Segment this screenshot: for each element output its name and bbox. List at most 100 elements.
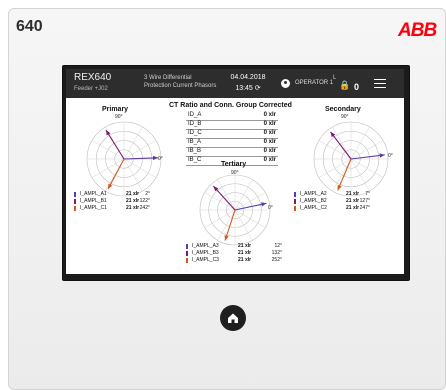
feeder-label: Feeder +J02 bbox=[74, 86, 108, 92]
legend-row: I_AMPL_A2 21 xIr 7° bbox=[294, 191, 370, 198]
polar-spoke bbox=[332, 158, 352, 192]
row-name: ID_A bbox=[188, 112, 202, 118]
polar-spoke bbox=[234, 192, 266, 211]
row-value: 0 xIr bbox=[263, 130, 276, 136]
legend-swatch bbox=[74, 199, 76, 204]
polar-spoke bbox=[350, 140, 384, 160]
phasor-arrowhead bbox=[261, 202, 267, 207]
legend-row: I_AMPL_B2 21 xIr 127° bbox=[294, 198, 370, 205]
phasor-line bbox=[330, 131, 352, 160]
abb-logo: ABB bbox=[398, 20, 437, 41]
primary-phasor-diagram bbox=[86, 121, 162, 197]
table-row: IB_B 0 xIr bbox=[186, 148, 278, 157]
phasor-arrowhead bbox=[224, 235, 229, 241]
legend-magnitude: 21 xIr bbox=[346, 205, 360, 211]
legend-swatch bbox=[294, 206, 296, 211]
lock-level: L bbox=[333, 75, 337, 81]
legend-angle: 127° bbox=[359, 198, 370, 204]
legend-angle: 252° bbox=[271, 257, 282, 263]
home-icon bbox=[228, 313, 238, 323]
lock-icon[interactable]: 🔒 bbox=[339, 80, 350, 91]
primary-label: Primary bbox=[102, 106, 129, 113]
display-screen: REX640 Feeder +J02 3 Wire Differential P… bbox=[66, 69, 404, 274]
polar-spoke bbox=[318, 158, 352, 178]
row-value: 0 xIr bbox=[263, 121, 276, 127]
hamburger-menu-icon[interactable] bbox=[374, 79, 386, 88]
legend-name: I_AMPL_A1 bbox=[80, 191, 107, 197]
legend-swatch bbox=[186, 244, 188, 249]
secondary-zero-angle: 0° bbox=[388, 153, 393, 159]
polar-spoke bbox=[318, 140, 352, 160]
polar-spoke bbox=[332, 126, 352, 160]
row-value: 0 xIr bbox=[263, 157, 276, 163]
legend-angle: 122° bbox=[139, 198, 150, 204]
user-name[interactable]: OPERATOR 1 bbox=[295, 80, 333, 86]
legend-magnitude: 21 xIr bbox=[346, 191, 360, 197]
polar-spoke bbox=[123, 158, 143, 192]
polar-spoke bbox=[350, 158, 384, 178]
legend-magnitude: 21 xIr bbox=[126, 198, 140, 204]
legend-swatch bbox=[74, 192, 76, 197]
secondary-legend: I_AMPL_A2 21 xIr 7° I_AMPL_B2 21 xIr 127° I_AM… bbox=[294, 191, 370, 212]
phasor-line bbox=[105, 129, 125, 160]
date-display: 04.04.2018 bbox=[230, 74, 266, 81]
legend-angle: 12° bbox=[274, 243, 282, 249]
polar-spoke bbox=[123, 140, 157, 160]
secondary-label: Secondary bbox=[325, 106, 361, 113]
primary-zero-angle: 0° bbox=[158, 156, 163, 162]
polar-spoke bbox=[123, 158, 157, 178]
home-button[interactable] bbox=[220, 305, 246, 331]
legend-angle: 247° bbox=[359, 205, 370, 211]
legend-name: I_AMPL_A3 bbox=[192, 243, 219, 249]
row-name: IB_B bbox=[188, 148, 202, 154]
legend-angle: 2° bbox=[145, 191, 150, 197]
legend-name: I_AMPL_C3 bbox=[192, 257, 219, 263]
table-row: IB_A 0 xIr bbox=[186, 139, 278, 148]
legend-swatch bbox=[186, 258, 188, 263]
polar-spoke bbox=[123, 126, 143, 160]
row-value: 0 xIr bbox=[263, 148, 276, 154]
legend-swatch bbox=[186, 251, 188, 256]
polar-spoke bbox=[234, 209, 253, 241]
legend-name: I_AMPL_A2 bbox=[300, 191, 327, 197]
legend-magnitude: 21 xIr bbox=[238, 250, 252, 256]
secondary-phasor-diagram bbox=[313, 121, 389, 197]
legend-name: I_AMPL_B1 bbox=[80, 198, 107, 204]
legend-row: I_AMPL_C3 21 xIr 252° bbox=[186, 257, 282, 264]
legend-magnitude: 21 xIr bbox=[126, 205, 140, 211]
sync-icon: ⟳ bbox=[254, 85, 261, 92]
device-name: REX640 bbox=[74, 72, 112, 83]
legend-row: I_AMPL_B3 21 xIr 132° bbox=[186, 250, 282, 257]
legend-row: I_AMPL_C2 21 xIr 247° bbox=[294, 205, 370, 212]
ct-ratio-table: ID_A 0 xIr ID_B 0 xIr ID_C 0 xIr IB_A 0 xIr … bbox=[186, 112, 278, 166]
user-icon[interactable] bbox=[281, 79, 290, 88]
legend-row: I_AMPL_C1 21 xIr 242° bbox=[74, 205, 150, 212]
legend-swatch bbox=[74, 206, 76, 211]
tertiary-phasor-diagram bbox=[199, 174, 271, 246]
polar-spoke bbox=[350, 158, 370, 192]
polar-spoke bbox=[204, 192, 236, 211]
legend-angle: 7° bbox=[365, 191, 370, 197]
row-name: ID_C bbox=[188, 130, 202, 136]
polar-spoke bbox=[234, 179, 253, 211]
phasor-line bbox=[350, 154, 385, 160]
legend-name: I_AMPL_C1 bbox=[80, 205, 107, 211]
time-value: 13:45 bbox=[235, 85, 253, 92]
legend-row: I_AMPL_B1 21 xIr 122° bbox=[74, 198, 150, 205]
tertiary-label: Tertiary bbox=[221, 161, 247, 168]
primary-legend: I_AMPL_A1 21 xIr 2° I_AMPL_B1 21 xIr 122° I_AM… bbox=[74, 191, 150, 212]
legend-name: I_AMPL_B3 bbox=[192, 250, 219, 256]
legend-name: I_AMPL_B2 bbox=[300, 198, 327, 204]
row-name: IB_C bbox=[188, 157, 202, 163]
polar-spoke bbox=[234, 209, 266, 228]
time-display: 13:45 ⟳ bbox=[218, 84, 278, 92]
row-value: 0 xIr bbox=[263, 139, 276, 145]
row-name: ID_B bbox=[188, 121, 202, 127]
legend-row: I_AMPL_A1 21 xIr 2° bbox=[74, 191, 150, 198]
legend-magnitude: 21 xIr bbox=[126, 191, 140, 197]
device-model-number: 640 bbox=[16, 18, 43, 35]
top-bar: REX640 Feeder +J02 3 Wire Differential P… bbox=[66, 69, 404, 98]
legend-magnitude: 21 xIr bbox=[238, 243, 252, 249]
polar-spoke bbox=[91, 140, 125, 160]
event-count[interactable]: 0 bbox=[354, 82, 359, 92]
